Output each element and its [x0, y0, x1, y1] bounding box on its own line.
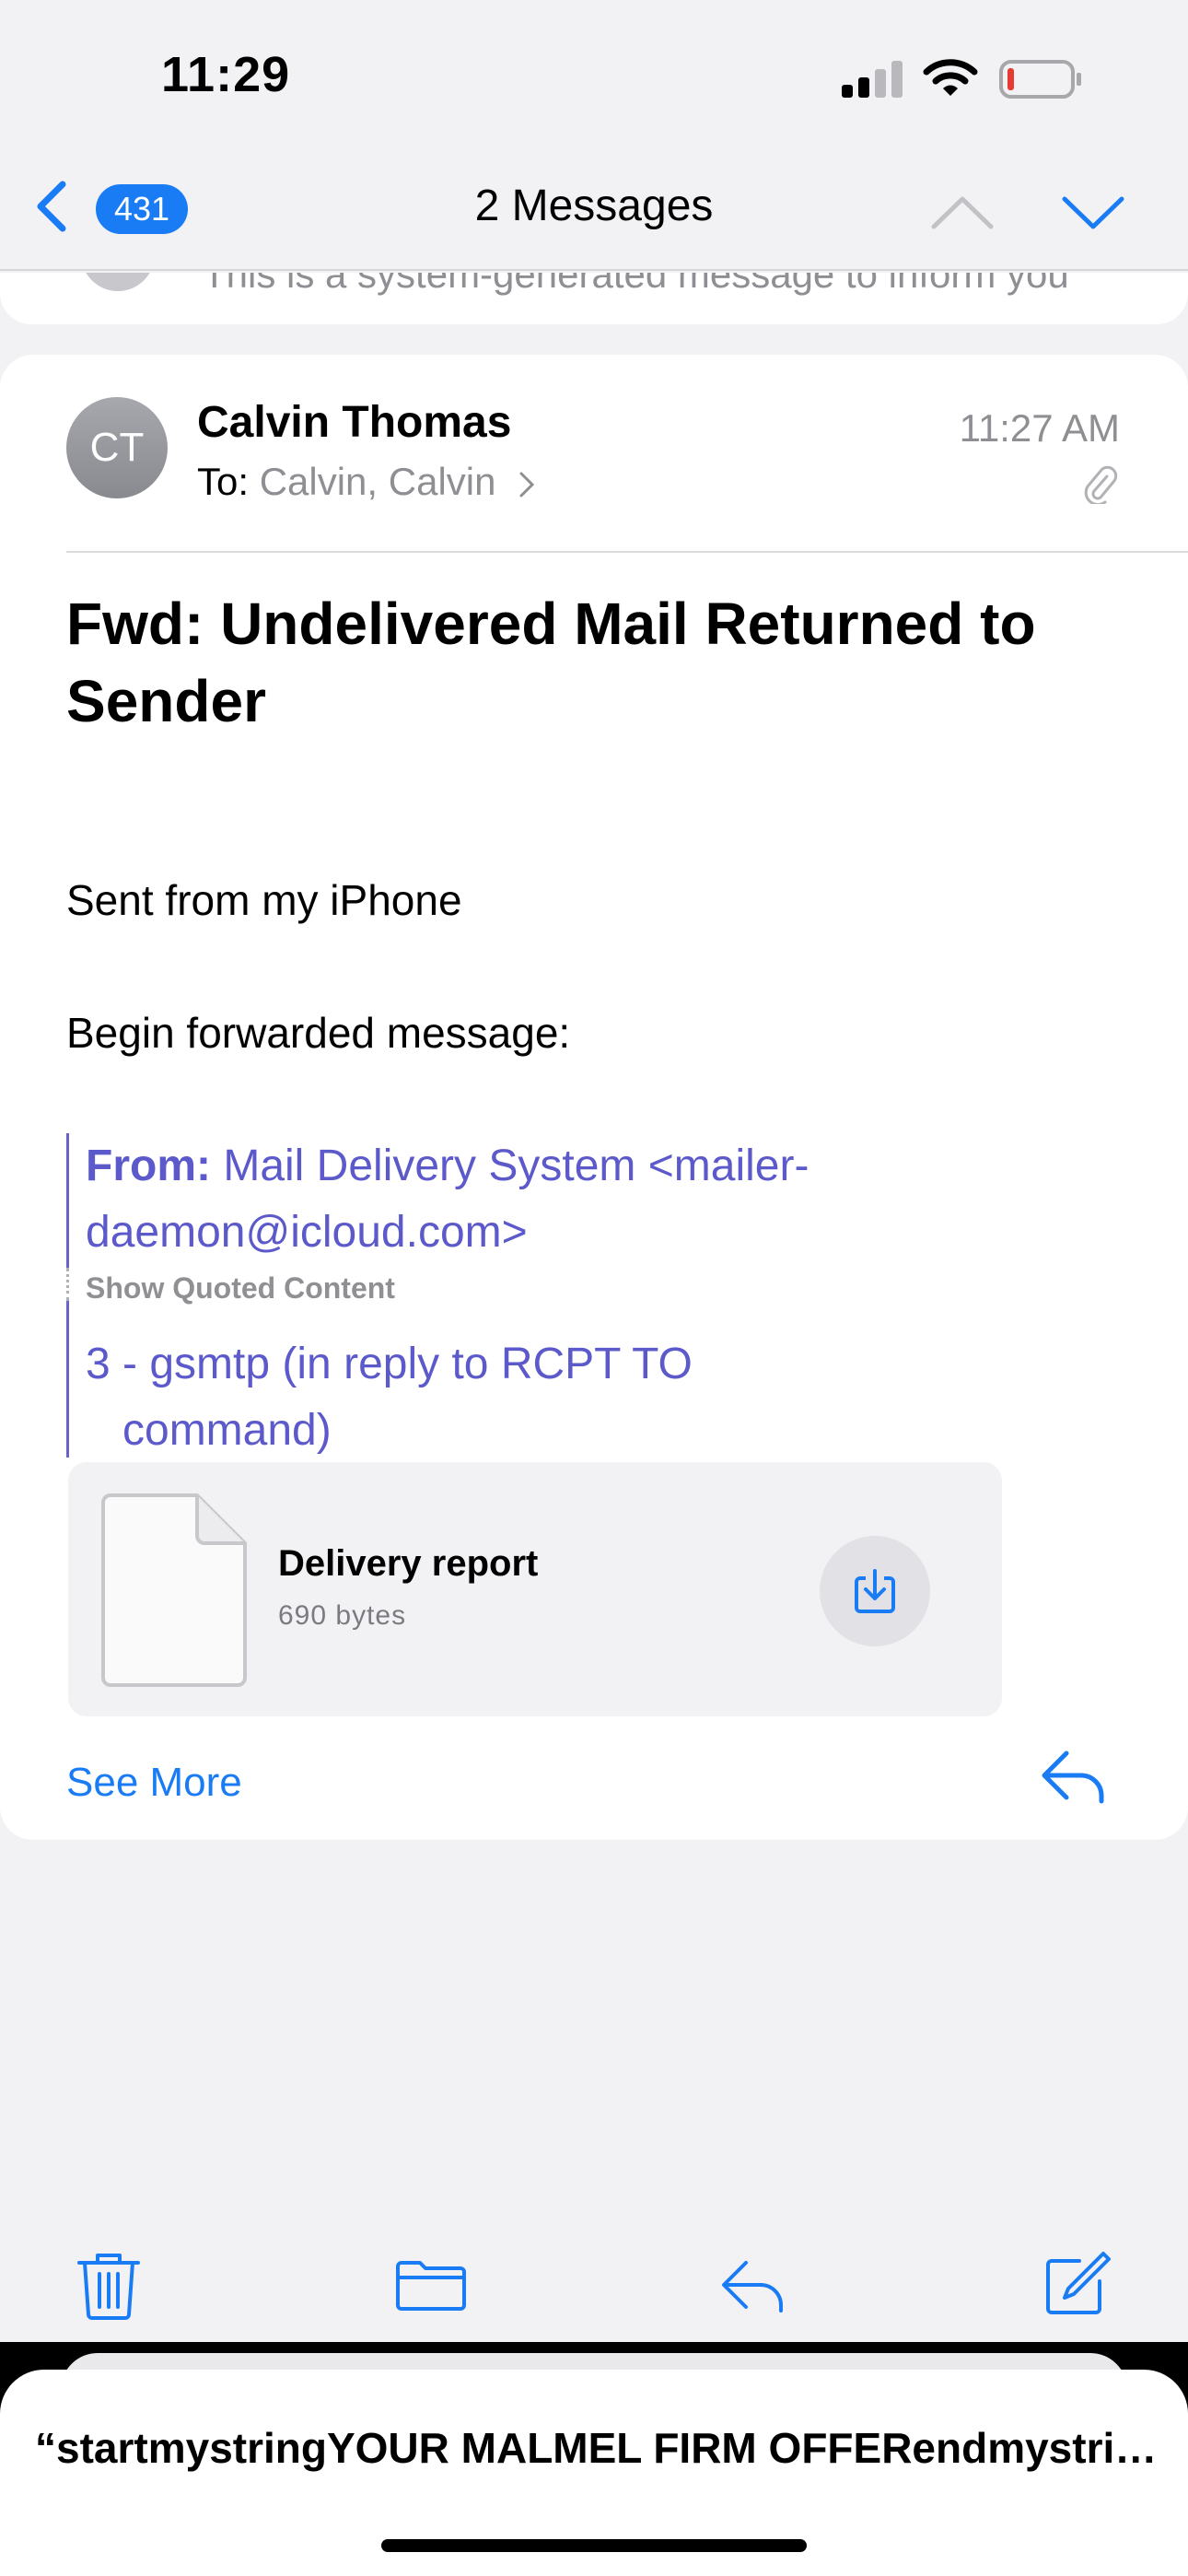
reply-icon[interactable]	[1039, 1748, 1107, 1807]
nav-title: 2 Messages	[474, 181, 714, 230]
message-subject: Fwd: Undelivered Mail Returned to Sender	[66, 591, 1036, 734]
bottom-toolbar	[0, 2230, 1188, 2349]
attachment-name: Delivery report	[278, 1543, 539, 1584]
notification-text: “startmystringYOUR MALMEL FIRM OFFERendm…	[35, 2424, 1159, 2472]
trash-icon[interactable]	[72, 2248, 146, 2322]
chevron-up-icon[interactable]	[930, 192, 995, 232]
attachment-size: 690 bytes	[278, 1600, 407, 1631]
cellular-signal-icon	[842, 61, 903, 98]
document-icon	[101, 1493, 247, 1687]
chevron-down-icon[interactable]	[1061, 192, 1125, 232]
show-quoted-content-button[interactable]: Show Quoted Content	[86, 1271, 395, 1306]
message-card: CT Calvin Thomas To: Calvin, Calvin 11:2…	[0, 355, 1188, 1840]
quoted-content: From: Mail Delivery System <mailer-daemo…	[66, 1133, 1061, 1458]
avatar	[81, 273, 155, 291]
chevron-right-icon	[519, 472, 535, 498]
quote-tail-line1: 3 - gsmtp (in reply to RCPT TO	[86, 1340, 693, 1388]
message-time: 11:27 AM	[959, 406, 1120, 450]
download-button[interactable]	[820, 1536, 930, 1646]
status-time: 11:29	[161, 47, 291, 102]
previous-message-card[interactable]: This is a system-generated message to in…	[0, 273, 1188, 324]
to-label: To:	[197, 460, 250, 503]
reply-icon[interactable]	[716, 2248, 790, 2322]
quote-from[interactable]: From: Mail Delivery System <mailer-daemo…	[86, 1133, 1062, 1266]
quote-tail-line2: command)	[122, 1406, 332, 1455]
sender-name[interactable]: Calvin Thomas	[197, 397, 511, 448]
nav-divider	[0, 269, 1188, 271]
body-forward-intro: Begin forwarded message:	[66, 1009, 571, 1057]
attachment-card[interactable]: Delivery report 690 bytes	[68, 1462, 1002, 1716]
compose-icon[interactable]	[1039, 2248, 1112, 2322]
battery-icon	[999, 60, 1081, 99]
quote-tail: 3 - gsmtp (in reply to RCPT TO command)	[86, 1331, 1062, 1464]
mail-thread-screen: 11:29 431 2 Messages This is a system-ge…	[0, 0, 1188, 2576]
recipients: Calvin, Calvin	[259, 460, 496, 503]
home-indicator[interactable]	[381, 2539, 807, 2552]
folder-icon[interactable]	[394, 2248, 468, 2322]
see-more-link[interactable]: See More	[66, 1760, 242, 1806]
paperclip-icon	[1084, 465, 1118, 504]
wifi-icon	[923, 59, 978, 96]
status-bar: 11:29	[0, 0, 1188, 157]
avatar[interactable]: CT	[66, 397, 168, 498]
quote-from-label: From:	[86, 1142, 211, 1190]
previous-message-preview: This is a system-generated message to in…	[203, 273, 1069, 296]
navigation-bar: 431 2 Messages	[0, 157, 1188, 272]
recipients-line[interactable]: To: Calvin, Calvin	[197, 460, 536, 504]
quote-collapse-marker	[66, 1268, 69, 1301]
download-icon	[855, 1569, 895, 1613]
header-divider	[66, 551, 1188, 553]
body-signature: Sent from my iPhone	[66, 876, 462, 924]
